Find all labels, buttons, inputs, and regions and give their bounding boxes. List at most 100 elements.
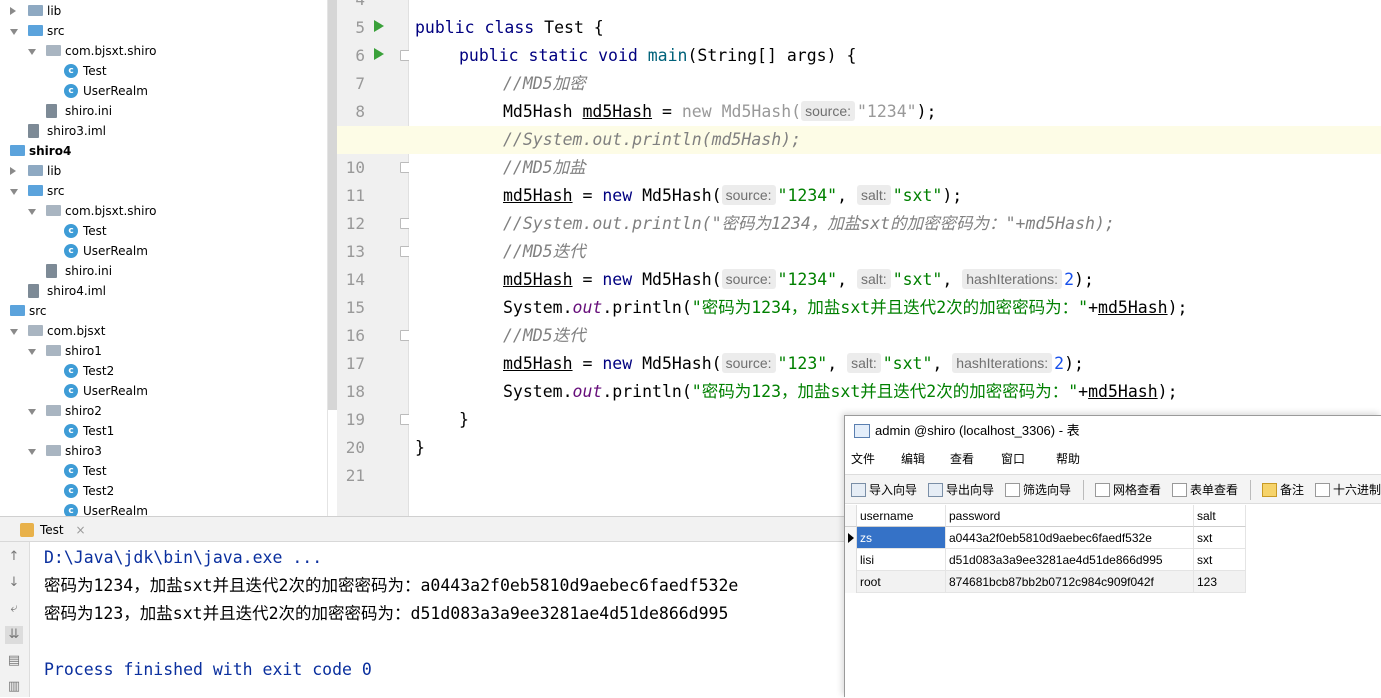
row-selector[interactable] <box>845 549 857 571</box>
filter-wizard-button[interactable]: 筛选向导 <box>1003 480 1071 500</box>
tree-node[interactable]: shiro.ini <box>0 261 327 281</box>
hex-icon <box>1315 483 1330 497</box>
export-wizard-button[interactable]: 导出向导 <box>926 480 994 500</box>
java-class-icon: c <box>64 424 78 438</box>
package-icon <box>46 205 61 216</box>
tree-node[interactable]: lib <box>0 161 327 181</box>
row-selector[interactable] <box>845 571 857 593</box>
chevron-down-icon[interactable] <box>28 209 36 215</box>
tree-node-label: Test1 <box>83 424 115 438</box>
tree-node[interactable]: lib <box>0 1 327 21</box>
tree-node[interactable]: src <box>0 181 327 201</box>
menu-view[interactable]: 查看 <box>950 446 974 472</box>
tree-node[interactable]: src <box>0 301 327 321</box>
export-icon <box>928 483 943 497</box>
scroll-to-end-icon[interactable]: ⇊ <box>5 626 23 644</box>
tree-node[interactable]: src <box>0 21 327 41</box>
form-view-button[interactable]: 表单查看 <box>1170 480 1238 500</box>
row-selector[interactable] <box>845 527 857 549</box>
delete-icon[interactable]: ▥ <box>5 678 23 696</box>
hex-button[interactable]: 十六进制 <box>1313 480 1381 500</box>
tree-node[interactable]: shiro3.iml <box>0 121 327 141</box>
chevron-down-icon[interactable] <box>28 449 36 455</box>
tree-node[interactable]: com.bjsxt.shiro <box>0 41 327 61</box>
cell-password[interactable]: 874681bcb87bb2b0712c984c909f042f <box>946 571 1194 593</box>
close-icon[interactable]: × <box>75 523 85 537</box>
chevron-down-icon[interactable] <box>28 49 36 55</box>
tree-node[interactable]: com.bjsxt.shiro <box>0 201 327 221</box>
cell-salt[interactable]: sxt <box>1194 527 1246 549</box>
source-folder-icon <box>10 305 25 316</box>
grid-corner <box>845 505 857 527</box>
tree-node[interactable]: c Test2 <box>0 481 327 501</box>
editor-gutter: 456789101112131415161718192021 <box>337 0 411 516</box>
project-tree-scrollbar[interactable] <box>328 0 337 410</box>
menu-edit[interactable]: 编辑 <box>901 446 925 472</box>
tree-node[interactable]: c UserRealm <box>0 81 327 101</box>
tree-node[interactable]: c UserRealm <box>0 241 327 261</box>
console-output[interactable]: D:\Java\jdk\bin\java.exe ... 密码为1234，加盐s… <box>30 542 845 697</box>
folder-icon <box>28 165 43 176</box>
package-icon <box>28 325 43 336</box>
package-icon <box>46 345 61 356</box>
run-main-icon[interactable] <box>374 48 384 60</box>
column-header-username[interactable]: username <box>857 505 946 527</box>
code-line-12: //System.out.println("密码为1234，加盐sxt的加密密码… <box>503 214 1115 233</box>
package-icon <box>46 405 61 416</box>
chevron-down-icon[interactable] <box>28 349 36 355</box>
line-number: 5 <box>355 18 365 37</box>
menu-window[interactable]: 窗口 <box>1001 446 1025 472</box>
chevron-down-icon[interactable] <box>28 409 36 415</box>
memo-button[interactable]: 备注 <box>1260 480 1304 500</box>
tree-node[interactable]: c Test <box>0 221 327 241</box>
cell-username[interactable]: zs <box>857 527 946 549</box>
chevron-right-icon[interactable] <box>10 7 16 15</box>
window-titlebar[interactable]: admin @shiro (localhost_3306) - 表 <box>845 416 1381 446</box>
tree-node-label: lib <box>47 164 62 178</box>
cell-username[interactable]: root <box>857 571 946 593</box>
column-header-password[interactable]: password <box>946 505 1194 527</box>
arrow-up-icon[interactable]: ↑ <box>5 548 23 566</box>
line-number: 16 <box>345 326 365 345</box>
chevron-right-icon[interactable] <box>10 167 16 175</box>
tree-node[interactable]: c Test <box>0 461 327 481</box>
cell-salt[interactable]: sxt <box>1194 549 1246 571</box>
cell-username[interactable]: lisi <box>857 549 946 571</box>
menu-help[interactable]: 帮助 <box>1056 446 1080 472</box>
tree-node[interactable]: shiro.ini <box>0 101 327 121</box>
tree-node[interactable]: shiro1 <box>0 341 327 361</box>
data-grid[interactable]: username password salt zs a0443a2f0eb581… <box>845 505 1381 698</box>
tree-node[interactable]: shiro4 <box>0 141 327 161</box>
cell-password[interactable]: d51d083a3a9ee3281ae4d51de866d995 <box>946 549 1194 571</box>
column-header-salt[interactable]: salt <box>1194 505 1246 527</box>
tree-node[interactable]: c Test <box>0 61 327 81</box>
grid-icon <box>1095 483 1110 497</box>
chevron-down-icon[interactable] <box>10 329 18 335</box>
chevron-down-icon[interactable] <box>10 29 18 35</box>
cell-salt[interactable]: 123 <box>1194 571 1246 593</box>
soft-wrap-icon[interactable]: ⤶ <box>5 600 23 618</box>
grid-view-button[interactable]: 网格查看 <box>1093 480 1161 500</box>
line-number: 11 <box>345 186 365 205</box>
tree-node[interactable]: c Test1 <box>0 421 327 441</box>
tree-node[interactable]: c UserRealm <box>0 381 327 401</box>
chevron-down-icon[interactable] <box>10 189 18 195</box>
tree-node[interactable]: com.bjsxt <box>0 321 327 341</box>
code-line-18: System.out.println("密码为123，加盐sxt并且迭代2次的加… <box>503 382 1178 401</box>
tree-node[interactable]: c Test2 <box>0 361 327 381</box>
cell-password[interactable]: a0443a2f0eb5810d9aebec6faedf532e <box>946 527 1194 549</box>
line-number: 15 <box>345 298 365 317</box>
arrow-down-icon[interactable]: ↓ <box>5 574 23 592</box>
import-wizard-button[interactable]: 导入向导 <box>849 480 917 500</box>
tree-node[interactable]: shiro2 <box>0 401 327 421</box>
code-line-14: md5Hash = new Md5Hash(source: "1234", sal… <box>503 269 1094 289</box>
toolbar-separator <box>1083 480 1084 500</box>
run-tab-test[interactable]: Test × <box>14 520 94 540</box>
print-icon[interactable]: ▤ <box>5 652 23 670</box>
menu-file[interactable]: 文件 <box>851 446 875 472</box>
tree-node[interactable]: shiro3 <box>0 441 327 461</box>
tree-node[interactable]: c UserRealm <box>0 501 327 516</box>
run-class-icon[interactable] <box>374 20 384 32</box>
window-title: admin @shiro (localhost_3306) - 表 <box>875 423 1080 438</box>
tree-node[interactable]: shiro4.iml <box>0 281 327 301</box>
